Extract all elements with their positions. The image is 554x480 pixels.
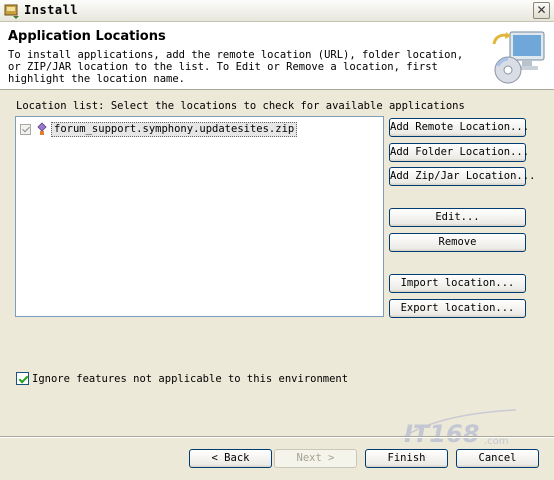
page-description: To install applications, add the remote …	[8, 49, 464, 85]
add-folder-location-button[interactable]: Add Folder Location...	[389, 143, 529, 162]
list-item[interactable]: forum_support.symphony.updatesites.zip	[20, 121, 298, 137]
location-list[interactable]: forum_support.symphony.updatesites.zip	[15, 116, 384, 317]
page-title: Application Locations	[8, 29, 166, 44]
ignore-features-option[interactable]: Ignore features not applicable to this e…	[16, 372, 348, 385]
title-bar: Install ✕	[0, 0, 554, 22]
update-site-icon	[37, 122, 47, 135]
add-zip-jar-location-button[interactable]: Add Zip/Jar Location...	[389, 167, 535, 186]
next-button[interactable]: Next >	[274, 449, 357, 468]
list-item-checkbox[interactable]	[20, 123, 31, 135]
install-wizard-icon	[4, 4, 19, 19]
footer-separator	[0, 436, 554, 438]
list-item-label: forum_support.symphony.updatesites.zip	[51, 121, 298, 137]
install-computer-cd-icon	[492, 31, 545, 84]
finish-button[interactable]: Finish	[365, 449, 448, 468]
window-title: Install	[24, 3, 79, 17]
watermark-text: IT168	[404, 420, 479, 448]
ignore-features-checkbox[interactable]	[16, 372, 29, 385]
import-location-button[interactable]: Import location...	[389, 274, 526, 293]
remove-button[interactable]: Remove	[389, 233, 526, 252]
edit-button[interactable]: Edit...	[389, 208, 526, 227]
close-button[interactable]: ✕	[533, 2, 550, 19]
back-button[interactable]: < Back	[189, 449, 272, 468]
cancel-button[interactable]: Cancel	[456, 449, 539, 468]
location-list-label: Location list: Select the locations to c…	[16, 100, 465, 112]
ignore-features-label: Ignore features not applicable to this e…	[32, 372, 349, 385]
wizard-header: Application Locations To install applica…	[0, 22, 554, 90]
add-remote-location-button[interactable]: Add Remote Location...	[389, 118, 529, 137]
watermark-logo: IT168 .com	[401, 409, 517, 448]
export-location-button[interactable]: Export location...	[389, 299, 526, 318]
